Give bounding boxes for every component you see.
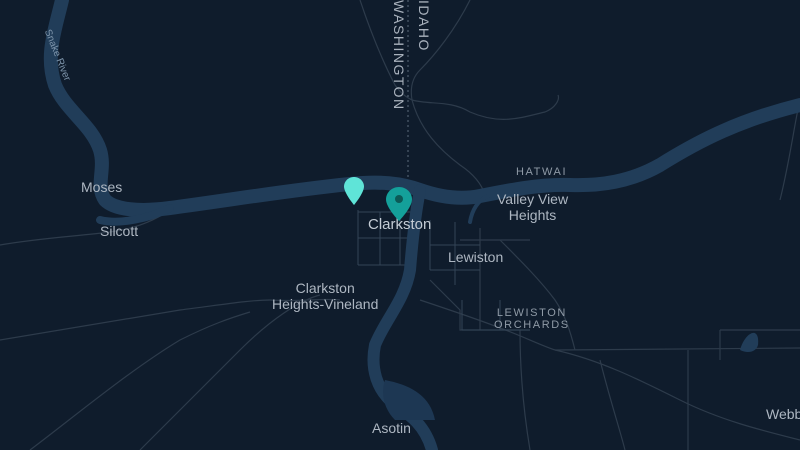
place-label-webb: Webb: [766, 406, 800, 422]
reservoir: [383, 380, 435, 420]
place-label-lewiston: Lewiston: [448, 249, 504, 265]
border-label-washington: WASHINGTON: [391, 0, 407, 111]
map-pin-icon: [344, 177, 364, 205]
map-canvas[interactable]: IDAHO WASHINGTON Snake River Moses Silco…: [0, 0, 800, 450]
place-label-lewiston-orchards: LEWISTON ORCHARDS: [494, 307, 570, 331]
place-label-clarkston-heights-vineland: Clarkston Heights-Vineland: [272, 280, 379, 312]
place-label-valley-view-heights: Valley View Heights: [497, 191, 569, 223]
place-label-hatwai: HATWAI: [516, 166, 568, 178]
place-label-asotin: Asotin: [372, 420, 411, 436]
map-pin-icon: [386, 187, 412, 221]
border-label-idaho: IDAHO: [416, 0, 432, 52]
lake: [740, 332, 759, 353]
place-label-silcott: Silcott: [100, 223, 139, 239]
place-label-moses: Moses: [81, 179, 123, 195]
